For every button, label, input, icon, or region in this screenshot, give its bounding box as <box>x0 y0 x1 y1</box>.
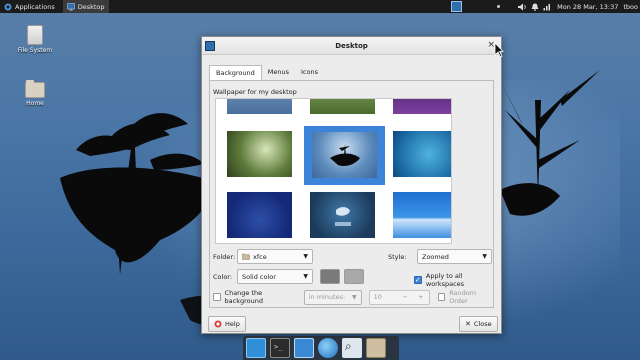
help-button[interactable]: Help <box>208 316 246 332</box>
file-manager-icon[interactable] <box>294 338 314 358</box>
desktop-icon-home[interactable]: Home <box>15 80 55 107</box>
wallpaper-thumbnail[interactable] <box>393 131 451 177</box>
wallpaper-thumbnail[interactable] <box>227 131 292 177</box>
window-label: Desktop <box>77 2 105 11</box>
wallpaper-thumbnail[interactable] <box>227 99 292 114</box>
interval-spinner[interactable]: 10 − + <box>368 289 430 305</box>
desktop-icon-label: File System <box>17 47 53 54</box>
drive-icon <box>27 25 43 45</box>
folder-row: Folder: xfce ▼ <box>213 249 313 264</box>
dialog-titlebar[interactable]: Desktop × <box>202 37 501 55</box>
tab-background[interactable]: Background <box>209 65 262 80</box>
top-panel: Applications Desktop Mon 28 Mar, 13:37 t… <box>0 0 640 13</box>
apply-all-label: Apply to all workspaces <box>425 272 465 288</box>
web-browser-icon[interactable] <box>318 338 338 358</box>
wallpaper-thumbnail[interactable] <box>393 99 451 114</box>
tray-dot-icon <box>497 5 500 8</box>
home-folder-icon <box>25 80 45 98</box>
wallpaper-thumbnail-selected[interactable] <box>312 132 377 178</box>
change-background-checkbox[interactable] <box>213 293 221 301</box>
style-value: Zoomed <box>422 252 449 261</box>
help-icon <box>214 320 222 328</box>
interval-value: in minutes: <box>308 293 346 301</box>
style-label: Style: <box>388 252 407 261</box>
folder-dropdown[interactable]: xfce ▼ <box>237 249 313 264</box>
xfce-logo-icon <box>335 207 351 226</box>
close-button[interactable]: ✕ Close <box>459 316 498 332</box>
color-row: Color: Solid color ▼ <box>213 269 364 284</box>
desktop-window-icon <box>66 2 75 10</box>
change-background-label: Change the background <box>224 289 263 305</box>
dialog-app-icon <box>205 41 215 51</box>
dialog-title: Desktop <box>335 41 368 50</box>
close-icon: ✕ <box>465 320 471 328</box>
apply-all-row: ✓ Apply to all workspaces <box>414 272 493 288</box>
applications-icon <box>4 3 12 10</box>
folder-label: Folder: <box>213 252 236 261</box>
home-folder-dock-icon[interactable] <box>366 338 386 358</box>
wallpaper-grid <box>215 98 452 244</box>
desktop-icon-file-system[interactable]: File System <box>15 25 55 54</box>
color-swatch-secondary[interactable] <box>344 269 364 284</box>
folder-icon <box>242 253 250 260</box>
network-icon[interactable] <box>543 3 551 11</box>
tab-icons[interactable]: Icons <box>295 65 324 80</box>
wallpaper-thumbnail[interactable] <box>310 192 375 238</box>
show-desktop-icon[interactable] <box>246 338 266 358</box>
terminal-icon[interactable]: >_ <box>270 338 290 358</box>
clock[interactable]: Mon 28 Mar, 13:37 <box>557 3 618 11</box>
applications-menu[interactable]: Applications <box>0 0 59 13</box>
desktop-icon-label: Home <box>26 100 44 107</box>
change-background-row: Change the background in minutes: ▼ 10 −… <box>213 289 493 305</box>
bottom-dock: >_ ⌕ <box>243 336 399 360</box>
interval-dropdown[interactable]: in minutes: ▼ <box>303 289 362 305</box>
color-swatch-primary[interactable] <box>320 269 340 284</box>
volume-icon[interactable] <box>517 3 527 11</box>
mouse-cursor-icon <box>494 42 504 58</box>
color-label: Color: <box>213 272 233 281</box>
background-tab-panel: Wallpaper for my desktop Folder: xfce ▼ … <box>209 80 494 308</box>
applications-label: Applications <box>15 2 55 11</box>
color-value: Solid color <box>242 272 276 281</box>
color-dropdown[interactable]: Solid color ▼ <box>237 269 313 284</box>
apply-all-checkbox[interactable]: ✓ <box>414 276 422 284</box>
chevron-down-icon: ▼ <box>482 253 487 260</box>
chevron-down-icon: ▼ <box>352 293 357 301</box>
style-dropdown[interactable]: Zoomed ▼ <box>417 249 492 264</box>
tab-bar: Background Menus Icons <box>209 65 324 80</box>
close-label: Close <box>473 320 492 328</box>
chevron-down-icon: ▼ <box>303 253 308 260</box>
island-silhouette-icon <box>330 144 360 167</box>
spinner-value: 10 <box>373 293 382 301</box>
app-finder-icon[interactable]: ⌕ <box>342 338 362 358</box>
style-row: Style: Zoomed ▼ <box>388 249 492 264</box>
desktop-settings-dialog: Desktop × Background Menus Icons Wallpap… <box>201 36 502 334</box>
random-order-label: Random Order <box>449 289 477 305</box>
wallpaper-label: Wallpaper for my desktop <box>213 88 297 96</box>
wallpaper-thumbnail[interactable] <box>227 192 292 238</box>
help-label: Help <box>225 320 240 328</box>
desktop-settings-tray-icon[interactable] <box>451 1 462 12</box>
random-order-checkbox[interactable] <box>437 293 446 301</box>
wallpaper-thumbnail[interactable] <box>310 99 375 114</box>
user-label[interactable]: tboo <box>623 3 638 11</box>
spinner-minus-button[interactable]: − <box>397 293 413 301</box>
notifications-icon[interactable] <box>531 3 539 11</box>
spinner-plus-button[interactable]: + <box>413 293 429 301</box>
folder-value: xfce <box>253 252 267 261</box>
wallpaper-thumbnail[interactable] <box>393 192 451 238</box>
chevron-down-icon: ▼ <box>303 273 308 280</box>
taskbar-window-desktop[interactable]: Desktop <box>62 0 109 13</box>
tab-menus[interactable]: Menus <box>262 65 295 80</box>
